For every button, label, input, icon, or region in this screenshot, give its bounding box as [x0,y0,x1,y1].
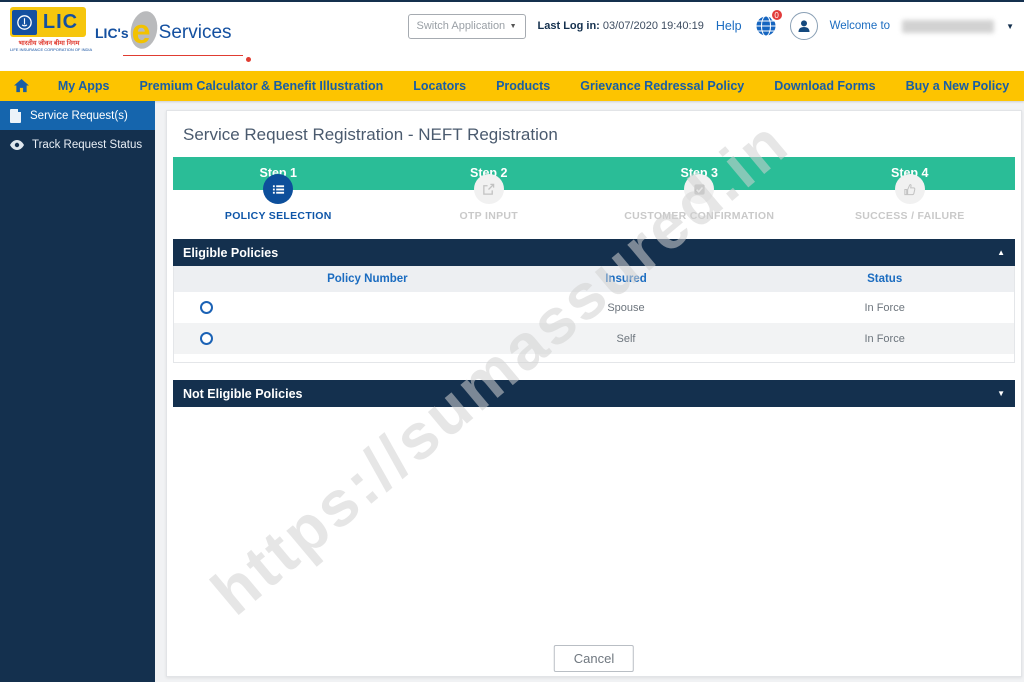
policy-radio-1[interactable] [200,301,213,314]
column-header-status: Status [755,273,1014,285]
user-name-redacted [902,20,994,33]
eligible-policies-header[interactable]: Eligible Policies ▲ [173,239,1015,266]
switch-application-select[interactable]: Switch Application ▼ [408,14,526,39]
eligible-policies-table: Policy Number Insured Status Spouse In F… [173,266,1015,363]
eligible-policies-title: Eligible Policies [183,246,278,260]
cancel-button[interactable]: Cancel [554,645,634,672]
step-2-circle [474,174,504,204]
step-4-circle [895,174,925,204]
nav-item-grievance-policy[interactable]: Grievance Redressal Policy [565,79,759,93]
nav-item-my-apps[interactable]: My Apps [43,79,125,93]
not-eligible-policies-section: Not Eligible Policies ▼ [173,380,1015,407]
insured-cell: Spouse [497,302,756,314]
nav-item-locators[interactable]: Locators [398,79,481,93]
checkbox-icon [693,183,706,196]
eservices-prefix: LIC's [95,25,129,41]
notifications-globe[interactable]: 0 [754,14,778,38]
column-header-policy-number: Policy Number [238,273,497,285]
sidebar: Service Request(s) Track Request Status [0,101,155,682]
eservices-dot [246,57,251,62]
step-3-label: CUSTOMER CONFIRMATION [594,210,805,222]
notification-badge: 0 [770,8,784,22]
table-header-row: Policy Number Insured Status [174,266,1014,292]
switch-application-label: Switch Application [417,20,506,32]
nav-item-premium-calculator[interactable]: Premium Calculator & Benefit Illustratio… [124,79,398,93]
step-wizard: Step 1 Step 2 Step 3 Step 4 [173,157,1015,222]
step-3-circle [684,174,714,204]
user-icon [796,18,812,34]
lic-logo-text: LIC [37,11,84,34]
table-bottom-padding [174,354,1014,362]
lic-hindi-line: भारतीय जीवन बीमा निगम [10,38,88,47]
last-login-value: 03/07/2020 19:40:19 [603,20,704,32]
step-2-label: OTP INPUT [384,210,595,222]
step-1-label: POLICY SELECTION [173,210,384,222]
chevron-down-icon: ▼ [510,23,517,30]
step-4-label: SUCCESS / FAILURE [805,210,1016,222]
lic-logo-box: LIC [10,7,86,37]
collapse-down-icon[interactable]: ▼ [997,389,1005,398]
edit-icon [482,183,495,196]
insured-cell: Self [497,333,756,345]
welcome-label: Welcome to [830,20,891,32]
not-eligible-policies-title: Not Eligible Policies [183,387,302,401]
eye-icon [10,140,24,150]
account-menu-caret-icon[interactable]: ▼ [1006,22,1014,31]
last-login: Last Log in: 03/07/2020 19:40:19 [538,20,704,32]
sidebar-item-label: Service Request(s) [30,110,128,122]
document-icon [10,109,22,123]
eservices-e-mark: e [127,13,161,53]
policy-radio-2[interactable] [200,332,213,345]
thumbs-up-icon [903,183,916,196]
page-title: Service Request Registration - NEFT Regi… [167,111,1021,157]
status-cell: In Force [755,333,1014,345]
home-icon [14,79,29,93]
last-login-label: Last Log in: [538,20,600,32]
step-bar: Step 1 Step 2 Step 3 Step 4 [173,157,1015,190]
help-link[interactable]: Help [716,19,742,33]
eservices-logo: LIC's e Services [95,13,232,53]
service-request-card: Service Request Registration - NEFT Regi… [166,110,1022,677]
column-header-insured: Insured [497,273,756,285]
eservices-text: Services [159,22,232,44]
lic-logo: LIC भारतीय जीवन बीमा निगम LIFE INSURANCE… [10,7,88,52]
step-1-circle [263,174,293,204]
lic-emblem-icon [12,10,37,35]
top-border [0,0,1024,2]
nav-item-buy-new-policy[interactable]: Buy a New Policy [891,79,1024,93]
sidebar-item-track-request-status[interactable]: Track Request Status [0,130,155,159]
table-row: Spouse In Force [174,292,1014,323]
lic-english-line: LIFE INSURANCE CORPORATION OF INDIA [10,47,88,52]
collapse-up-icon[interactable]: ▲ [997,248,1005,257]
main-navbar: My Apps Premium Calculator & Benefit Ill… [0,71,1024,101]
app-header: LIC भारतीय जीवन बीमा निगम LIFE INSURANCE… [0,0,1024,71]
eservices-underline [123,55,243,56]
not-eligible-policies-header[interactable]: Not Eligible Policies ▼ [173,380,1015,407]
status-cell: In Force [755,302,1014,314]
table-row: Self In Force [174,323,1014,354]
home-button[interactable] [0,79,43,93]
nav-item-products[interactable]: Products [481,79,565,93]
sidebar-item-service-requests[interactable]: Service Request(s) [0,101,155,130]
user-avatar[interactable] [790,12,818,40]
sidebar-item-label: Track Request Status [32,139,142,151]
list-icon [272,183,285,196]
eligible-policies-section: Eligible Policies ▲ Policy Number Insure… [173,239,1015,363]
nav-item-download-forms[interactable]: Download Forms [759,79,890,93]
